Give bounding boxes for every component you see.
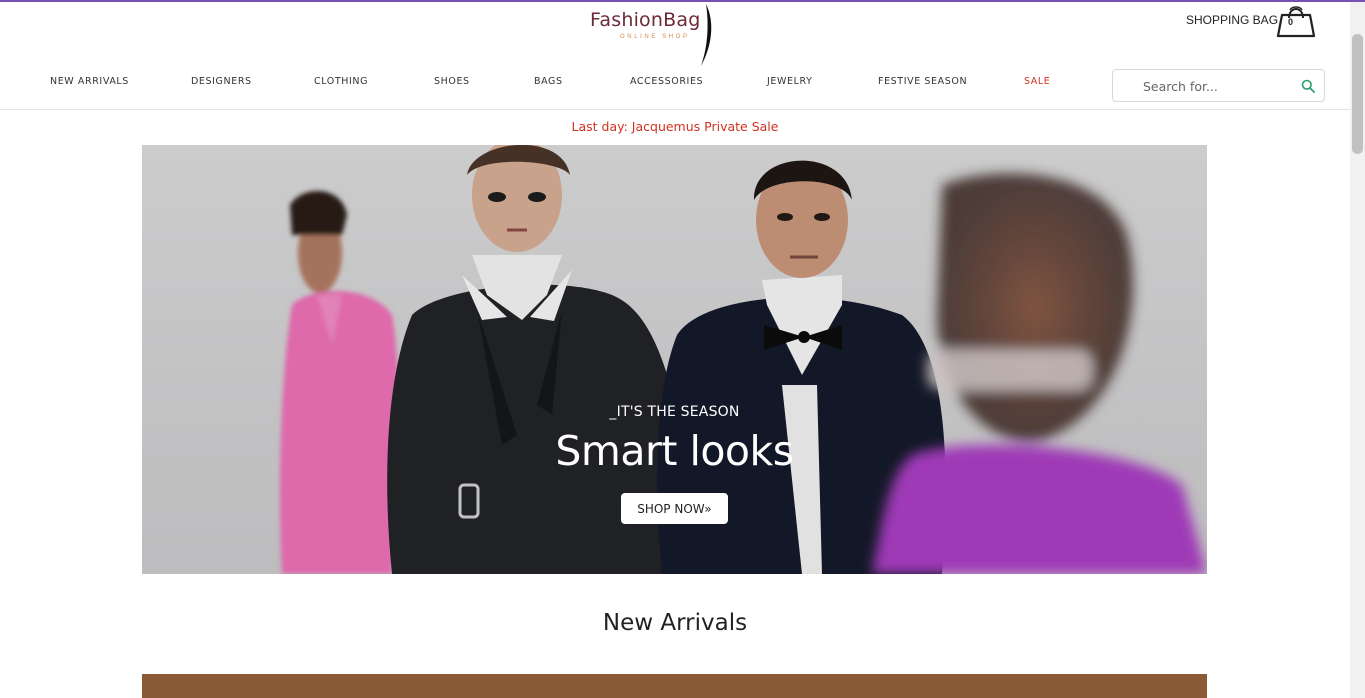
nav-item-designers[interactable]: DESIGNERS	[191, 76, 252, 87]
search-icon[interactable]	[1301, 79, 1315, 93]
promo-banner[interactable]: Last day: Jacquemus Private Sale	[0, 119, 1350, 134]
hero-title: Smart looks	[555, 427, 794, 475]
search-input[interactable]	[1143, 76, 1293, 96]
nav-item-jewelry[interactable]: JEWELRY	[767, 76, 813, 87]
shopping-bag-button[interactable]: SHOPPING BAG 0	[1186, 4, 1321, 38]
shopping-bag-label: SHOPPING BAG	[1186, 13, 1279, 27]
nav-item-festive-season[interactable]: FESTIVE SEASON	[878, 76, 967, 87]
nav-item-clothing[interactable]: CLOTHING	[314, 76, 368, 87]
hero-banner: _IT'S THE SEASON Smart looks SHOP NOW»	[142, 145, 1207, 574]
nav-item-new-arrivals[interactable]: NEW ARRIVALS	[50, 76, 129, 87]
scrollbar-thumb[interactable]	[1352, 34, 1363, 154]
search-box	[1112, 69, 1325, 102]
hero-kicker: _IT'S THE SEASON	[609, 404, 740, 420]
logo-text: FashionBag	[590, 9, 701, 31]
new-arrivals-banner-image[interactable]	[142, 674, 1207, 698]
nav-item-shoes[interactable]: SHOES	[434, 76, 470, 87]
bag-count-badge: 0	[1288, 17, 1294, 27]
main-nav: NEW ARRIVALS DESIGNERS CLOTHING SHOES BA…	[0, 76, 1100, 94]
nav-item-accessories[interactable]: ACCESSORIES	[630, 76, 703, 87]
nav-item-sale[interactable]: SALE	[1024, 76, 1050, 87]
page-scrollbar[interactable]	[1350, 2, 1365, 698]
logo-subtitle: ONLINE SHOP	[620, 34, 690, 40]
logo-swoosh-icon	[701, 4, 712, 66]
logo[interactable]: FashionBag ONLINE SHOP	[588, 4, 723, 66]
shopping-bag-icon	[1276, 6, 1316, 38]
nav-item-bags[interactable]: BAGS	[534, 76, 563, 87]
site-header: FashionBag ONLINE SHOP SHOPPING BAG 0 NE…	[0, 2, 1350, 110]
shop-now-button[interactable]: SHOP NOW»	[621, 493, 728, 524]
new-arrivals-title: New Arrivals	[602, 610, 748, 636]
